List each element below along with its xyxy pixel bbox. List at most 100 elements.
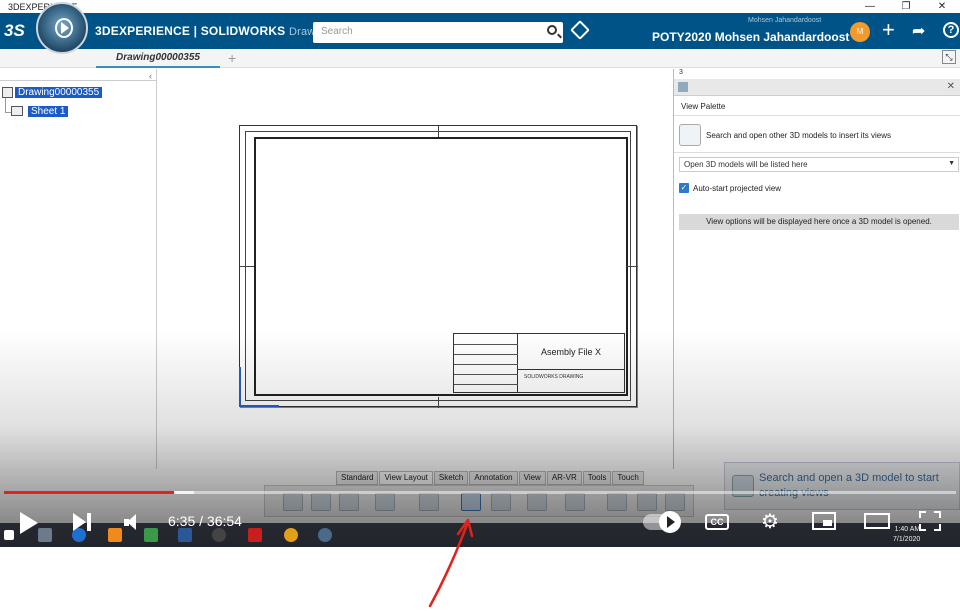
tab-tools[interactable]: Tools [582, 471, 612, 485]
next-icon [87, 513, 91, 531]
undo-icon[interactable] [375, 493, 395, 511]
zone-tick [626, 266, 638, 267]
fullscreen-icon [934, 511, 941, 518]
app-header: 3S 3DEXPERIENCE | SOLIDWORKS Drawings Se… [0, 13, 960, 49]
tab-touch[interactable]: Touch [612, 471, 644, 485]
brand-name: 3DEXPERIENCE | SOLIDWORKS [95, 24, 286, 38]
taskbar-date: 7/1/2020 [893, 536, 921, 543]
collapse-icon[interactable]: ⤡ [942, 50, 956, 64]
annotation-arrow [428, 518, 474, 608]
settings-gear-icon[interactable]: ⚙ [761, 512, 779, 532]
next-icon [73, 513, 86, 531]
tab-standard[interactable]: Standard [336, 471, 379, 485]
copy-icon[interactable] [311, 493, 331, 511]
origin-y-axis [239, 367, 241, 407]
tree-divider [0, 80, 157, 81]
fullscreen-icon [919, 511, 926, 518]
fullscreen-button[interactable] [919, 511, 941, 531]
compass-icon[interactable] [36, 2, 88, 54]
user-menu[interactable]: POTY2020 Mohsen Jahandardoost ⌄ [652, 30, 863, 44]
title-block-row [454, 384, 518, 385]
search-icon[interactable] [547, 25, 557, 35]
section-view-icon[interactable] [527, 493, 547, 511]
compass-play-icon[interactable] [55, 18, 73, 38]
vlc-icon[interactable] [108, 528, 122, 542]
chrome-icon[interactable] [284, 528, 298, 542]
tree-node-drawing[interactable]: Drawing00000355 [15, 87, 103, 98]
cut-icon[interactable] [283, 493, 303, 511]
app-icon[interactable] [212, 528, 226, 542]
help-icon[interactable]: ? [943, 22, 959, 38]
chevron-down-icon: ▼ [948, 160, 955, 167]
break-view-icon[interactable] [607, 493, 627, 511]
windows-start-icon[interactable] [4, 530, 14, 540]
search-input[interactable]: Search [313, 22, 563, 43]
taskview-icon[interactable] [38, 528, 52, 542]
palette-close-icon[interactable]: ✕ [947, 81, 955, 92]
alternate-position-icon[interactable] [665, 493, 685, 511]
origin-x-axis [239, 405, 279, 407]
tab-sketch[interactable]: Sketch [433, 471, 469, 485]
title-block-title: Asembly File X [518, 334, 624, 370]
document-tabbar: Drawing00000355 + ⤡ [0, 49, 960, 68]
app-icon[interactable] [144, 528, 158, 542]
title-block[interactable]: Asembly File X SOLIDWORKS DRAWING [453, 333, 625, 393]
detail-view-icon[interactable] [565, 493, 585, 511]
tab-view[interactable]: View [518, 471, 546, 485]
title-block-row [454, 374, 518, 375]
word-icon[interactable] [178, 528, 192, 542]
paste-icon[interactable] [339, 493, 359, 511]
add-icon[interactable]: + [882, 19, 895, 41]
command-tabs: Standard View Layout Sketch Annotation V… [336, 471, 645, 485]
palette-info: View options will be displayed here once… [679, 214, 959, 230]
progress-played[interactable] [4, 491, 174, 494]
tab-ar-vr[interactable]: AR-VR [546, 471, 582, 485]
captions-button[interactable]: CC [705, 514, 729, 530]
drawing-sheet[interactable]: Asembly File X SOLIDWORKS DRAWING [239, 125, 638, 408]
drawing-icon [2, 87, 13, 98]
acrobat-icon[interactable] [248, 528, 262, 542]
autoplay-icon [659, 511, 681, 533]
share-icon[interactable]: ➦ [912, 21, 925, 41]
tree-node-sheet[interactable]: Sheet 1 [28, 106, 69, 117]
title-block-fields [454, 334, 518, 392]
miniplayer-button[interactable] [812, 512, 836, 530]
divider [674, 152, 960, 153]
crop-view-icon[interactable] [637, 493, 657, 511]
solidworks-icon[interactable] [318, 528, 332, 542]
title-block-row [454, 354, 518, 355]
notification-toast[interactable]: Search and open a 3D model to start crea… [724, 462, 960, 510]
auto-start-checkbox[interactable]: ✓ [679, 183, 689, 193]
avatar[interactable]: M [850, 22, 870, 42]
palette-search-text[interactable]: Search and open other 3D models to inser… [706, 131, 891, 140]
title-block-subtitle: SOLIDWORKS DRAWING [524, 374, 584, 380]
minimize-button[interactable]: — [852, 0, 888, 13]
palette-number: 3 [679, 69, 683, 76]
play-button[interactable] [20, 512, 38, 534]
tag-icon[interactable] [570, 20, 590, 40]
user-caption: Mohsen Jahandardoost [748, 17, 822, 24]
autoplay-toggle[interactable] [643, 511, 681, 533]
new-tab-button[interactable]: + [228, 50, 236, 66]
view-palette-icon[interactable] [461, 493, 481, 511]
taskbar-time: 1:40 AM [894, 526, 921, 533]
models-dropdown-value: Open 3D models will be listed here [684, 160, 808, 169]
open-model-icon[interactable] [679, 124, 701, 146]
maximize-button[interactable]: ❐ [888, 0, 924, 13]
below-video-area [0, 547, 960, 611]
rebuild-icon[interactable] [419, 493, 439, 511]
zone-tick [438, 126, 439, 137]
projected-view-icon[interactable] [491, 493, 511, 511]
fullscreen-icon [919, 524, 926, 531]
tab-annotation[interactable]: Annotation [469, 471, 518, 485]
close-button[interactable]: ✕ [924, 0, 960, 13]
view-palette: 3 ✕ View Palette Search and open other 3… [673, 69, 960, 469]
search-placeholder: Search [321, 26, 353, 37]
theater-mode-button[interactable] [864, 513, 890, 529]
tab-view-layout[interactable]: View Layout [379, 471, 433, 485]
palette-title: View Palette [681, 102, 726, 111]
tab-drawing[interactable]: Drawing00000355 [96, 49, 220, 68]
models-dropdown[interactable]: Open 3D models will be listed here ▼ [679, 157, 959, 172]
divider [674, 115, 960, 116]
palette-icon[interactable] [678, 82, 688, 92]
